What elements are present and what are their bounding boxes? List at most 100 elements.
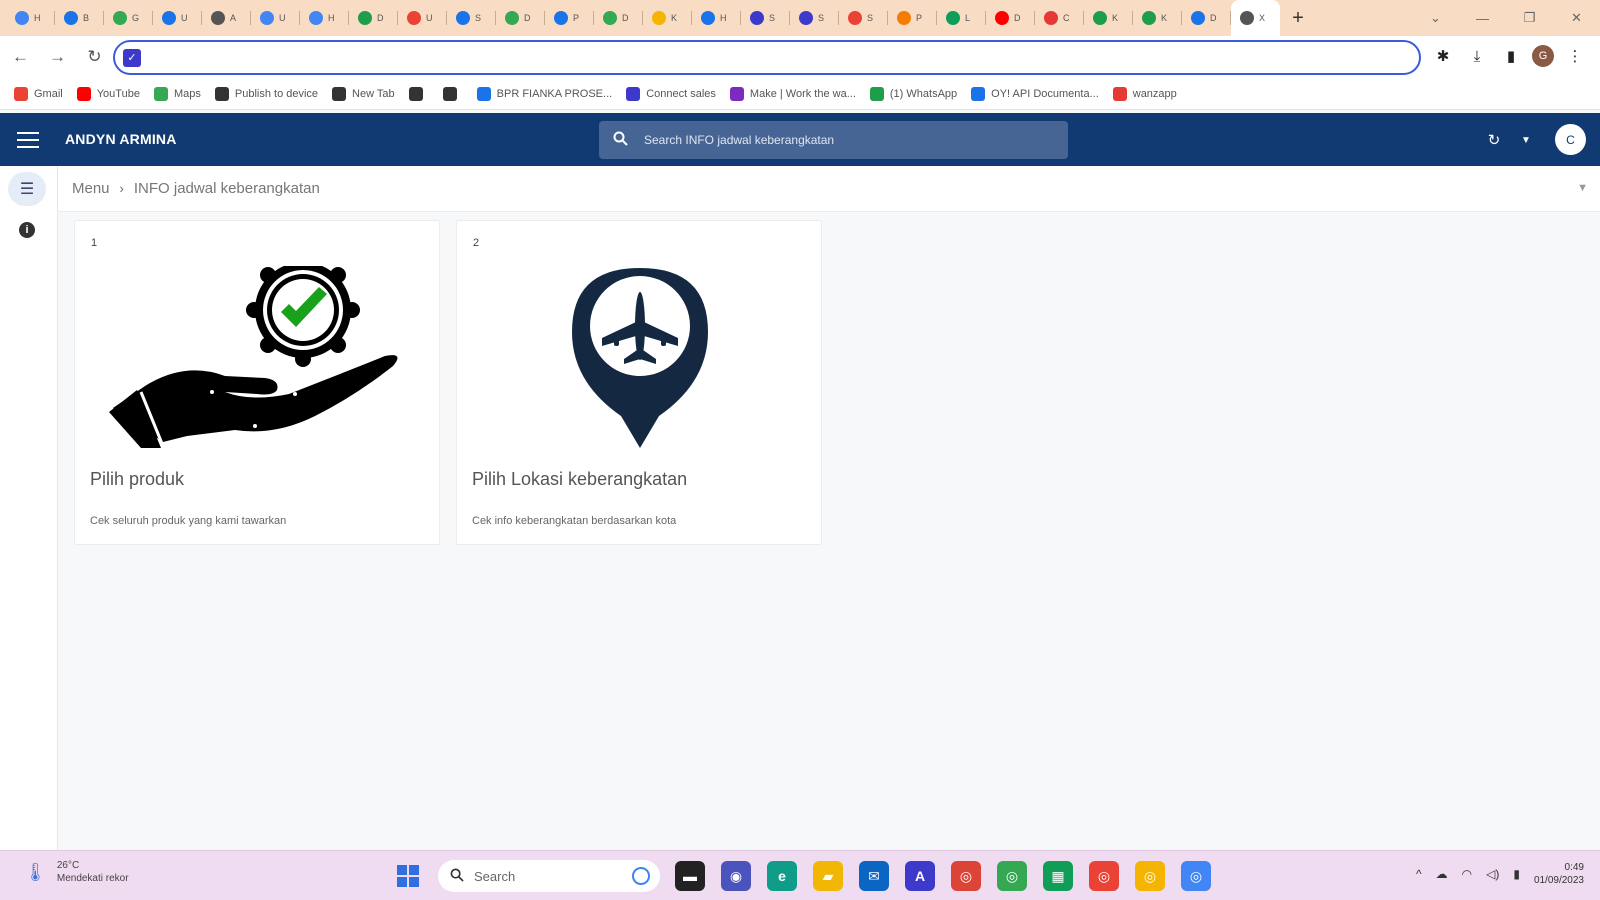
chat-icon[interactable]: ◉ [721, 861, 751, 891]
browser-tab[interactable]: K [1133, 0, 1182, 36]
browser-tab[interactable]: H [6, 0, 55, 36]
sync-icon[interactable]: ☁ [1436, 867, 1448, 881]
chrome-icon[interactable]: ◎ [1181, 861, 1211, 891]
browser-tab[interactable]: S [790, 0, 839, 36]
browser-tab[interactable]: H [300, 0, 349, 36]
bookmark-item[interactable]: YouTube [76, 86, 140, 101]
volume-icon[interactable]: ◁) [1486, 867, 1499, 881]
forward-button[interactable]: → [41, 41, 74, 74]
browser-tab[interactable]: S [447, 0, 496, 36]
tab-title: S [769, 13, 776, 23]
search-input[interactable] [644, 133, 1044, 147]
chrome-icon[interactable]: ◎ [997, 861, 1027, 891]
hamburger-menu-icon[interactable] [17, 129, 39, 151]
bookmark-item[interactable]: Make | Work the wa... [729, 86, 856, 101]
address-bar[interactable]: ✓ [113, 40, 1421, 75]
browser-tab[interactable]: D [349, 0, 398, 36]
sheets-icon[interactable]: ▦ [1043, 861, 1073, 891]
refresh-icon[interactable]: ↻ [1483, 129, 1505, 151]
filter-icon[interactable]: ▼ [1577, 182, 1588, 194]
browser-tab[interactable]: A [202, 0, 251, 36]
browser-tab[interactable]: L [937, 0, 986, 36]
back-button[interactable]: ← [4, 41, 37, 74]
browser-tab[interactable]: K [643, 0, 692, 36]
tab-title: C [1063, 13, 1070, 23]
site-info-icon[interactable]: ✓ [123, 48, 141, 67]
restore-button[interactable]: ❐ [1506, 0, 1553, 36]
browser-tab[interactable]: G [104, 0, 153, 36]
windows-start-icon[interactable] [397, 865, 419, 887]
browser-tab[interactable]: P [888, 0, 937, 36]
bookmark-item[interactable]: Connect sales [626, 86, 716, 101]
browser-tab[interactable]: U [398, 0, 447, 36]
tray-chevron-icon[interactable]: ^ [1416, 867, 1422, 881]
browser-tab[interactable]: B [55, 0, 104, 36]
file-manager-icon[interactable]: ▬ [675, 861, 705, 891]
chrome-icon[interactable]: ◎ [1135, 861, 1165, 891]
browser-tab[interactable]: P [545, 0, 594, 36]
weather-widget[interactable]: 🌡 26°C Mendekati rekor [24, 859, 129, 885]
filter-icon [64, 11, 78, 25]
reload-button[interactable]: ↻ [78, 41, 111, 74]
windows-taskbar: 🌡 26°C Mendekati rekor Search ▬ ◉ e ▰ ✉ A ◎ ◎ ▦ ◎… [0, 850, 1600, 900]
wifi-icon[interactable]: ◠ [1462, 867, 1472, 881]
menu-card-lokasi[interactable]: 2 Pilih Lokasi keberangkatan Cek info ke… [456, 220, 822, 545]
bookmark-item[interactable] [442, 86, 463, 101]
user-avatar[interactable]: C [1555, 124, 1586, 155]
app-header: ANDYN ARMINA ↻ ▼ C [0, 113, 1600, 166]
browser-tab[interactable]: C [1035, 0, 1084, 36]
menu-icon[interactable]: ⋮ [1562, 42, 1588, 70]
globe-icon [332, 86, 347, 101]
bookmark-item[interactable]: wanzapp [1112, 86, 1177, 101]
clock[interactable]: 0:49 01/09/2023 [1534, 861, 1584, 887]
bookmark-item[interactable]: (1) WhatsApp [869, 86, 957, 101]
bookmark-label: Make | Work the wa... [749, 87, 856, 100]
browser-tab[interactable]: D [594, 0, 643, 36]
breadcrumb-root[interactable]: Menu [72, 180, 110, 197]
browser-tab[interactable]: D [1182, 0, 1231, 36]
browser-tab[interactable]: S [839, 0, 888, 36]
bookmark-item[interactable]: BPR FIANKA PROSE... [476, 86, 612, 101]
chrome-icon[interactable]: ◎ [1089, 861, 1119, 891]
app-search[interactable] [599, 121, 1068, 159]
chrome-icon[interactable]: ◎ [951, 861, 981, 891]
list-view-icon[interactable]: ☰ [8, 172, 46, 206]
tab-search-icon[interactable]: ⌄ [1412, 0, 1459, 36]
minimize-button[interactable]: — [1459, 0, 1506, 36]
bookmark-item[interactable] [408, 86, 429, 101]
taskbar-search[interactable]: Search [438, 860, 660, 892]
browser-tab[interactable]: D [496, 0, 545, 36]
search-icon [613, 131, 628, 150]
bookmark-item[interactable]: OY! API Documenta... [971, 86, 1099, 101]
tab-title: D [622, 13, 629, 23]
bookmark-item[interactable]: Publish to device [214, 86, 318, 101]
bookmark-item[interactable]: Maps [153, 86, 201, 101]
menu-card-produk[interactable]: 1 Pilih produk Cek seluruh produk yang k… [74, 220, 440, 545]
folder-icon[interactable]: ▰ [813, 861, 843, 891]
app-icon[interactable]: A [905, 861, 935, 891]
side-panel-icon[interactable]: ▮ [1498, 42, 1524, 70]
profile-avatar[interactable]: G [1532, 45, 1554, 67]
download-icon[interactable]: ⤓ [1464, 42, 1490, 70]
airplane-location-pin-icon [457, 266, 823, 451]
edge-icon[interactable]: e [767, 861, 797, 891]
bookmark-item[interactable]: Gmail [14, 86, 63, 101]
tab-title: U [181, 13, 188, 23]
close-window-button[interactable]: ✕ [1553, 0, 1600, 36]
browser-tab[interactable]: U [153, 0, 202, 36]
battery-icon[interactable]: ▮ [1513, 867, 1520, 881]
extensions-icon[interactable]: ✱ [1430, 42, 1456, 70]
browser-tab[interactable]: K [1084, 0, 1133, 36]
chevron-down-icon[interactable]: ▼ [1515, 129, 1537, 151]
browser-tab[interactable]: H [692, 0, 741, 36]
info-icon[interactable]: i [19, 222, 35, 238]
mail-icon[interactable]: ✉ [859, 861, 889, 891]
bookmark-item[interactable]: New Tab [332, 86, 395, 101]
browser-tab[interactable]: D [986, 0, 1035, 36]
browser-tab[interactable]: S [741, 0, 790, 36]
bing-icon[interactable] [632, 867, 650, 885]
new-tab-button[interactable]: + [1280, 0, 1316, 36]
bookmark-label: New Tab [352, 87, 395, 100]
browser-tab[interactable]: X [1231, 0, 1280, 36]
browser-tab[interactable]: U [251, 0, 300, 36]
